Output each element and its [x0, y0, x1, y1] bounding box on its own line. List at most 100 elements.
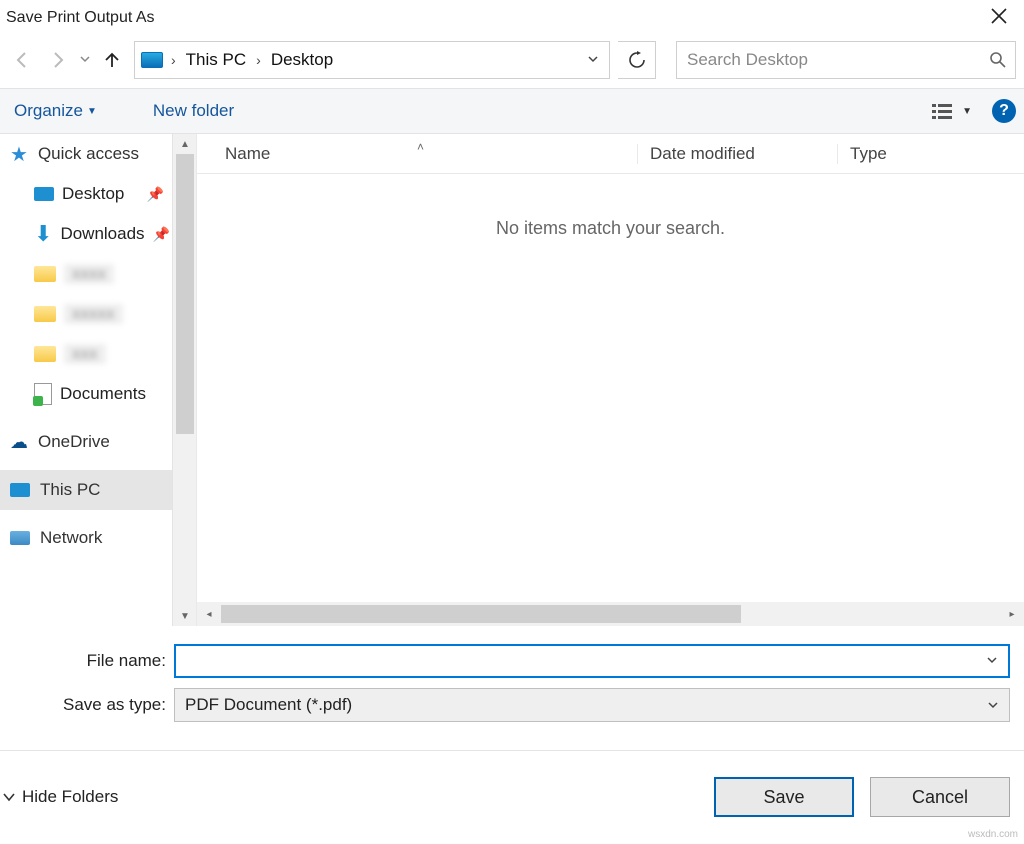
hide-folders-label: Hide Folders [22, 787, 118, 807]
sidebar-item-label: Downloads [60, 224, 144, 244]
address-bar[interactable]: › This PC › Desktop [134, 41, 610, 79]
folder-icon [34, 306, 56, 322]
sidebar-item-label: Desktop [62, 184, 124, 204]
empty-state-message: No items match your search. [197, 218, 1024, 239]
star-icon: ★ [10, 142, 28, 167]
refresh-icon [628, 51, 646, 69]
documents-icon [34, 383, 52, 405]
save-as-type-select[interactable]: PDF Document (*.pdf) [174, 688, 1010, 722]
new-folder-label: New folder [153, 101, 234, 121]
back-button[interactable] [8, 46, 36, 74]
address-dropdown[interactable] [581, 52, 605, 69]
sort-ascending-icon: ˄ [417, 140, 424, 154]
monitor-icon [10, 483, 30, 497]
cancel-button[interactable]: Cancel [870, 777, 1010, 817]
redacted-label: xxx [64, 344, 106, 364]
scroll-right-button[interactable]: ▸ [1000, 609, 1024, 620]
sidebar-documents[interactable]: Documents [0, 374, 172, 414]
sidebar-folder-redacted[interactable]: xxx [0, 334, 172, 374]
view-options-button[interactable]: ▼ [924, 102, 980, 120]
question-icon: ? [999, 102, 1009, 120]
scroll-thumb[interactable] [221, 605, 741, 623]
organize-menu[interactable]: Organize ▼ [8, 101, 103, 121]
chevron-down-icon [2, 790, 16, 804]
organize-label: Organize [14, 101, 83, 121]
download-icon: ⬇ [34, 221, 52, 247]
sidebar-item-label: This PC [40, 480, 100, 500]
file-name-dropdown[interactable] [982, 653, 1002, 670]
search-box[interactable] [676, 41, 1016, 79]
scroll-left-button[interactable]: ◂ [197, 609, 221, 620]
search-input[interactable] [685, 49, 945, 71]
sidebar-folder-redacted[interactable]: xxxxx [0, 294, 172, 334]
breadcrumb-desktop[interactable]: Desktop [269, 50, 335, 70]
sidebar-item-label: Network [40, 528, 102, 548]
pin-icon: 📌 [153, 226, 170, 243]
column-type[interactable]: Type [837, 144, 1024, 164]
list-view-icon [932, 102, 954, 120]
recent-locations-button[interactable] [80, 54, 90, 67]
scroll-down-button[interactable]: ▼ [173, 606, 197, 626]
sidebar-onedrive[interactable]: ☁ OneDrive [0, 422, 172, 462]
network-icon [10, 531, 30, 545]
watermark-text: wsxdn.com [968, 829, 1018, 840]
arrow-up-icon [102, 50, 122, 70]
arrow-right-icon [48, 50, 68, 70]
column-label: Type [850, 144, 887, 163]
caret-down-icon: ▼ [962, 106, 972, 117]
help-button[interactable]: ? [992, 99, 1016, 123]
chevron-down-icon [80, 54, 90, 64]
close-button[interactable] [980, 5, 1018, 31]
sidebar-folder-redacted[interactable]: xxxx [0, 254, 172, 294]
cancel-button-label: Cancel [912, 787, 968, 808]
sidebar-item-label: OneDrive [38, 432, 110, 452]
content-horizontal-scrollbar[interactable]: ◂ ▸ [197, 602, 1024, 626]
scroll-up-button[interactable]: ▲ [173, 134, 197, 154]
forward-button[interactable] [44, 46, 72, 74]
column-headers: ˄ Name Date modified Type [197, 134, 1024, 174]
chevron-down-icon [986, 654, 998, 666]
column-label: Date modified [650, 144, 755, 163]
chevron-down-icon [587, 53, 599, 65]
chevron-right-icon: › [167, 52, 180, 68]
redacted-label: xxxx [64, 264, 114, 284]
save-as-type-value: PDF Document (*.pdf) [185, 695, 352, 715]
cloud-icon: ☁ [10, 432, 28, 453]
redacted-label: xxxxx [64, 304, 123, 324]
desktop-icon [34, 187, 54, 201]
search-icon [989, 51, 1007, 69]
navigation-tree[interactable]: ★ Quick access Desktop 📌 ⬇ Downloads 📌 x… [0, 134, 172, 626]
file-name-combobox[interactable] [174, 644, 1010, 678]
monitor-icon [141, 52, 163, 68]
sidebar-desktop[interactable]: Desktop 📌 [0, 174, 172, 214]
sidebar-item-label: Documents [60, 384, 146, 404]
sidebar-this-pc[interactable]: This PC [0, 470, 172, 510]
file-name-label: File name: [14, 651, 174, 671]
column-date-modified[interactable]: Date modified [637, 144, 837, 164]
sidebar-downloads[interactable]: ⬇ Downloads 📌 [0, 214, 172, 254]
column-label: Name [225, 144, 270, 163]
pin-icon: 📌 [147, 186, 164, 203]
save-as-type-label: Save as type: [14, 695, 174, 715]
file-name-input[interactable] [182, 651, 982, 671]
column-name[interactable]: ˄ Name [197, 144, 637, 164]
sidebar-item-label: Quick access [38, 144, 139, 164]
arrow-left-icon [12, 50, 32, 70]
new-folder-button[interactable]: New folder [147, 101, 240, 121]
caret-down-icon: ▼ [87, 106, 97, 117]
refresh-button[interactable] [618, 41, 656, 79]
hide-folders-toggle[interactable]: Hide Folders [2, 787, 118, 807]
folder-icon [34, 346, 56, 362]
up-button[interactable] [98, 46, 126, 74]
sidebar-scrollbar[interactable]: ▲ ▼ [172, 134, 196, 626]
chevron-right-icon: › [252, 52, 265, 68]
folder-icon [34, 266, 56, 282]
chevron-down-icon [987, 699, 999, 711]
scroll-thumb[interactable] [176, 154, 194, 434]
close-icon [990, 7, 1008, 25]
sidebar-quick-access[interactable]: ★ Quick access [0, 134, 172, 174]
breadcrumb-this-pc[interactable]: This PC [184, 50, 248, 70]
save-button[interactable]: Save [714, 777, 854, 817]
save-button-label: Save [763, 787, 804, 808]
sidebar-network[interactable]: Network [0, 518, 172, 558]
